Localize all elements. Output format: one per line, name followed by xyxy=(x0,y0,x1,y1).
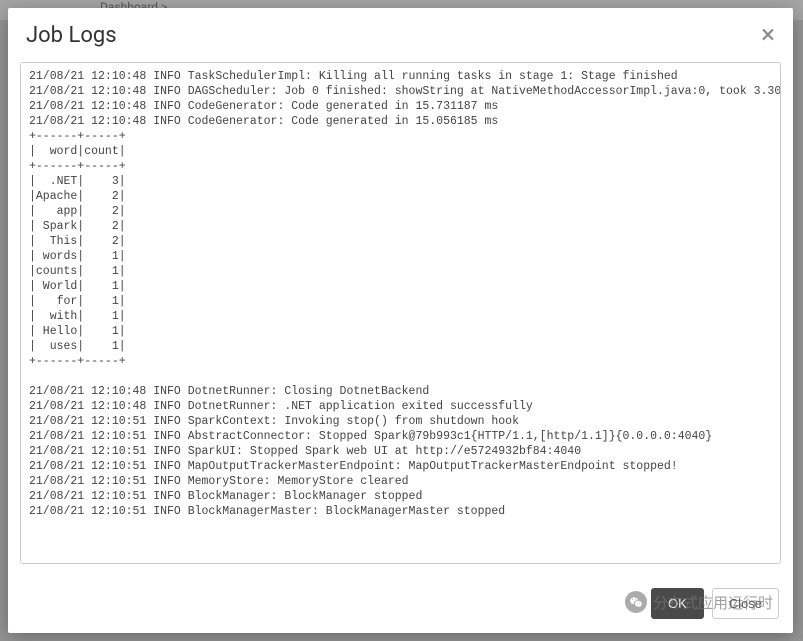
modal-header: Job Logs × xyxy=(8,8,793,62)
close-button[interactable]: Close xyxy=(712,588,779,619)
modal-body xyxy=(8,62,793,576)
ok-button[interactable]: OK xyxy=(651,588,704,619)
modal-footer: OK Close xyxy=(8,576,793,633)
log-output-textarea[interactable] xyxy=(20,62,781,564)
close-icon[interactable]: × xyxy=(761,22,775,48)
modal-title: Job Logs xyxy=(26,23,117,48)
job-logs-modal: Job Logs × OK Close xyxy=(8,8,793,633)
